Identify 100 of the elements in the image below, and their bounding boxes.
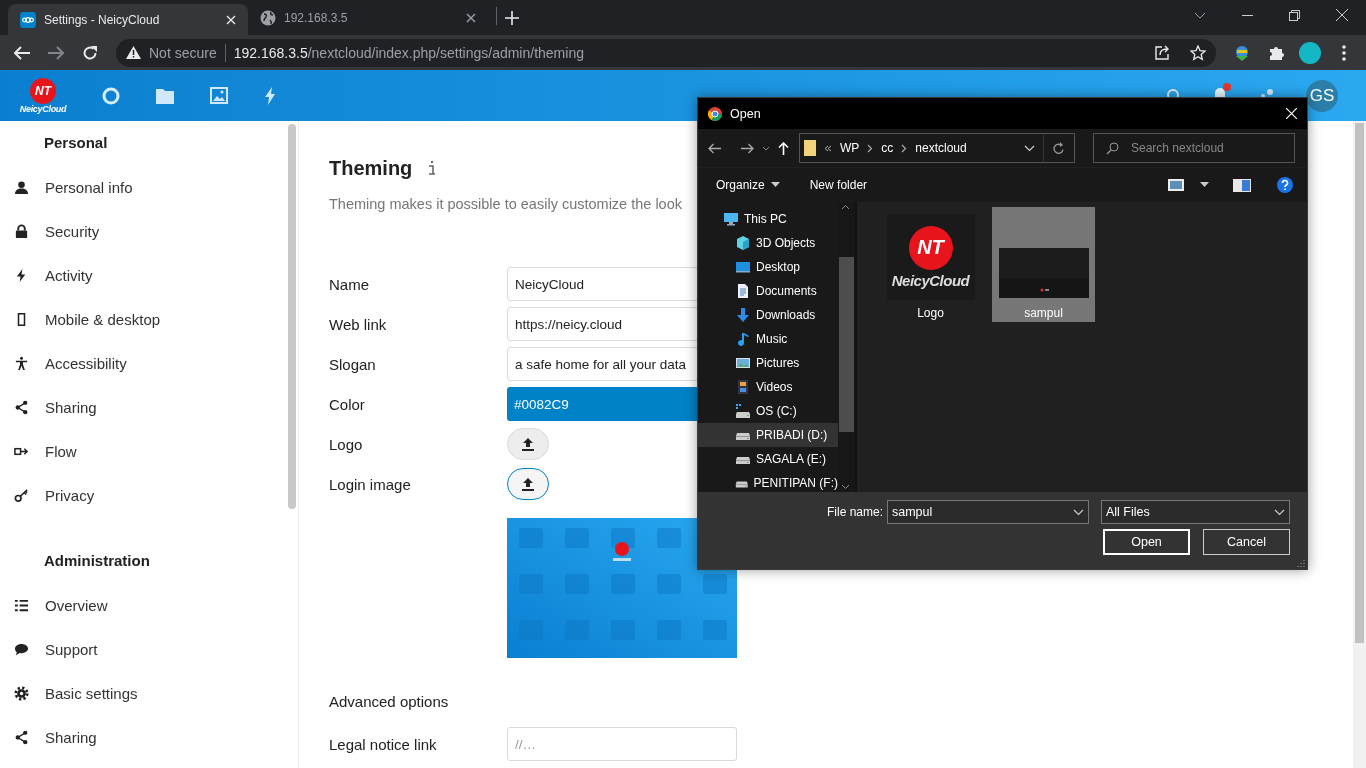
circle-icon[interactable] bbox=[102, 86, 120, 105]
scrollbar-thumb[interactable] bbox=[1355, 123, 1364, 643]
file-tile[interactable]: sampul bbox=[992, 207, 1095, 322]
minimize-icon[interactable] bbox=[1242, 14, 1253, 16]
person-icon bbox=[14, 179, 29, 195]
info-icon[interactable] bbox=[428, 161, 437, 175]
user-avatar[interactable]: GS bbox=[1306, 79, 1338, 112]
dialog-button[interactable]: Cancel bbox=[1203, 529, 1290, 555]
field-label: Logo bbox=[329, 435, 364, 453]
more-menu-icon[interactable] bbox=[1342, 44, 1346, 61]
chevron-down-icon[interactable] bbox=[762, 145, 770, 151]
dialog-button[interactable]: Open bbox=[1103, 529, 1190, 555]
lightning-icon[interactable] bbox=[264, 86, 276, 105]
description-text: Theming makes it possible to easily customize the look bbox=[329, 195, 682, 214]
command-button[interactable]: Organize bbox=[716, 178, 780, 192]
dropdown-caret-icon bbox=[1200, 182, 1209, 188]
forward-arrow-icon[interactable] bbox=[48, 45, 64, 60]
share-icon[interactable] bbox=[1155, 45, 1170, 60]
close-icon[interactable] bbox=[1336, 9, 1348, 21]
sidebar-item[interactable]: Security bbox=[0, 209, 298, 253]
logo-name[interactable]: NeicyCloud bbox=[19, 103, 67, 114]
upload-icon bbox=[521, 477, 535, 491]
address-bar[interactable]: Not secure 192.168.3.5/nextcloud/index.php/settings/admin/theming bbox=[116, 38, 1216, 67]
address-field[interactable]: WP cc nextcloud bbox=[799, 133, 1075, 163]
breadcrumb-item[interactable]: cc bbox=[881, 141, 894, 155]
drive-icon bbox=[735, 480, 749, 489]
star-icon[interactable] bbox=[1190, 44, 1206, 61]
up-arrow-icon[interactable] bbox=[778, 141, 789, 155]
sidebar-item[interactable]: Support bbox=[0, 627, 298, 671]
new-tab-icon[interactable] bbox=[505, 11, 519, 25]
logo-mark[interactable]: NT bbox=[30, 77, 56, 104]
browser-tab[interactable]: Settings - NeicyCloud bbox=[8, 4, 248, 35]
folder-icon[interactable] bbox=[156, 87, 174, 104]
scroll-up-icon[interactable] bbox=[841, 204, 850, 210]
sidebar-item[interactable]: Personal info bbox=[0, 165, 298, 209]
dialog-title: Open bbox=[730, 106, 761, 121]
field-label: Login image bbox=[329, 475, 412, 493]
scroll-down-icon[interactable] bbox=[841, 484, 850, 490]
share-icon bbox=[14, 729, 29, 745]
sidebar-item[interactable]: Privacy bbox=[0, 473, 298, 517]
globe-icon bbox=[260, 9, 276, 26]
nav-pane-item[interactable]: PENITIPAN (F:) bbox=[698, 471, 838, 492]
nav-pane-item[interactable]: SAGALA (E:) bbox=[698, 447, 838, 471]
image-icon[interactable] bbox=[210, 87, 228, 104]
browser-app-icon bbox=[707, 105, 723, 122]
upload-icon bbox=[521, 437, 535, 451]
music-note-icon bbox=[735, 331, 751, 347]
preview-pane-icon[interactable] bbox=[1233, 178, 1251, 192]
field-label: Slogan bbox=[329, 355, 377, 373]
lock-icon bbox=[14, 223, 29, 239]
command-button[interactable]: New folder bbox=[809, 178, 868, 192]
desktop-icon bbox=[735, 259, 751, 275]
profile-avatar[interactable] bbox=[1299, 41, 1321, 64]
sidebar-item[interactable]: Sharing bbox=[0, 715, 298, 759]
search-field[interactable]: Search nextcloud bbox=[1093, 133, 1295, 163]
sidebar-item[interactable]: Overview bbox=[0, 583, 298, 627]
download-icon bbox=[735, 307, 751, 323]
double-chevron-icon bbox=[824, 144, 832, 152]
refresh-icon[interactable] bbox=[1053, 141, 1065, 155]
field-label: Name bbox=[329, 275, 370, 293]
help-icon[interactable] bbox=[1277, 177, 1293, 193]
reload-icon[interactable] bbox=[82, 44, 98, 61]
nav-pane-item[interactable]: 3D Objects bbox=[698, 231, 838, 255]
puzzle-icon[interactable] bbox=[1268, 44, 1284, 61]
list-icon bbox=[14, 597, 29, 613]
back-arrow-icon[interactable] bbox=[708, 142, 721, 154]
breadcrumb-item[interactable]: nextcloud bbox=[915, 141, 967, 155]
section-heading: Advanced options bbox=[329, 692, 450, 712]
sidebar-item[interactable]: Flow bbox=[0, 429, 298, 473]
close-icon[interactable] bbox=[466, 12, 476, 23]
file-name-field[interactable]: sampul bbox=[887, 500, 1089, 524]
nav-pane-item[interactable]: PRIBADI (D:) bbox=[698, 423, 838, 447]
file-type-dropdown[interactable]: All Files bbox=[1101, 500, 1290, 524]
view-icon[interactable] bbox=[1168, 179, 1184, 191]
chat-bubble-icon bbox=[14, 641, 29, 657]
forward-arrow-icon[interactable] bbox=[741, 142, 754, 154]
scrollbar-thumb[interactable] bbox=[839, 257, 854, 432]
accessibility-icon bbox=[14, 355, 29, 371]
nav-pane-item[interactable]: This PC bbox=[698, 207, 838, 231]
share-icon bbox=[14, 399, 29, 415]
scrollbar-thumb[interactable] bbox=[288, 124, 296, 509]
chevron-right-icon bbox=[867, 143, 874, 153]
page-title: Theming bbox=[329, 156, 413, 180]
upload-button[interactable] bbox=[507, 468, 549, 500]
drive-icon bbox=[735, 432, 751, 441]
cube-icon bbox=[735, 235, 751, 251]
sidebar-item[interactable]: Mobile & desktop bbox=[0, 297, 298, 341]
cloud-app-icon bbox=[20, 11, 36, 28]
chevron-down-icon[interactable] bbox=[1194, 11, 1206, 19]
sidebar-item[interactable]: Sharing bbox=[0, 385, 298, 429]
monitor-icon bbox=[723, 211, 739, 227]
sidebar-item[interactable]: Accessibility bbox=[0, 341, 298, 385]
breadcrumb-item[interactable]: WP bbox=[840, 141, 860, 155]
sidebar-item[interactable]: Activity bbox=[0, 253, 298, 297]
browser-tab[interactable]: 192.168.3.5 bbox=[248, 4, 488, 31]
resize-grip-icon[interactable] bbox=[1297, 559, 1305, 567]
sidebar-item[interactable]: Basic settings bbox=[0, 671, 298, 715]
restore-icon[interactable] bbox=[1289, 9, 1300, 21]
search-icon bbox=[1106, 141, 1119, 155]
key-icon bbox=[14, 487, 29, 503]
